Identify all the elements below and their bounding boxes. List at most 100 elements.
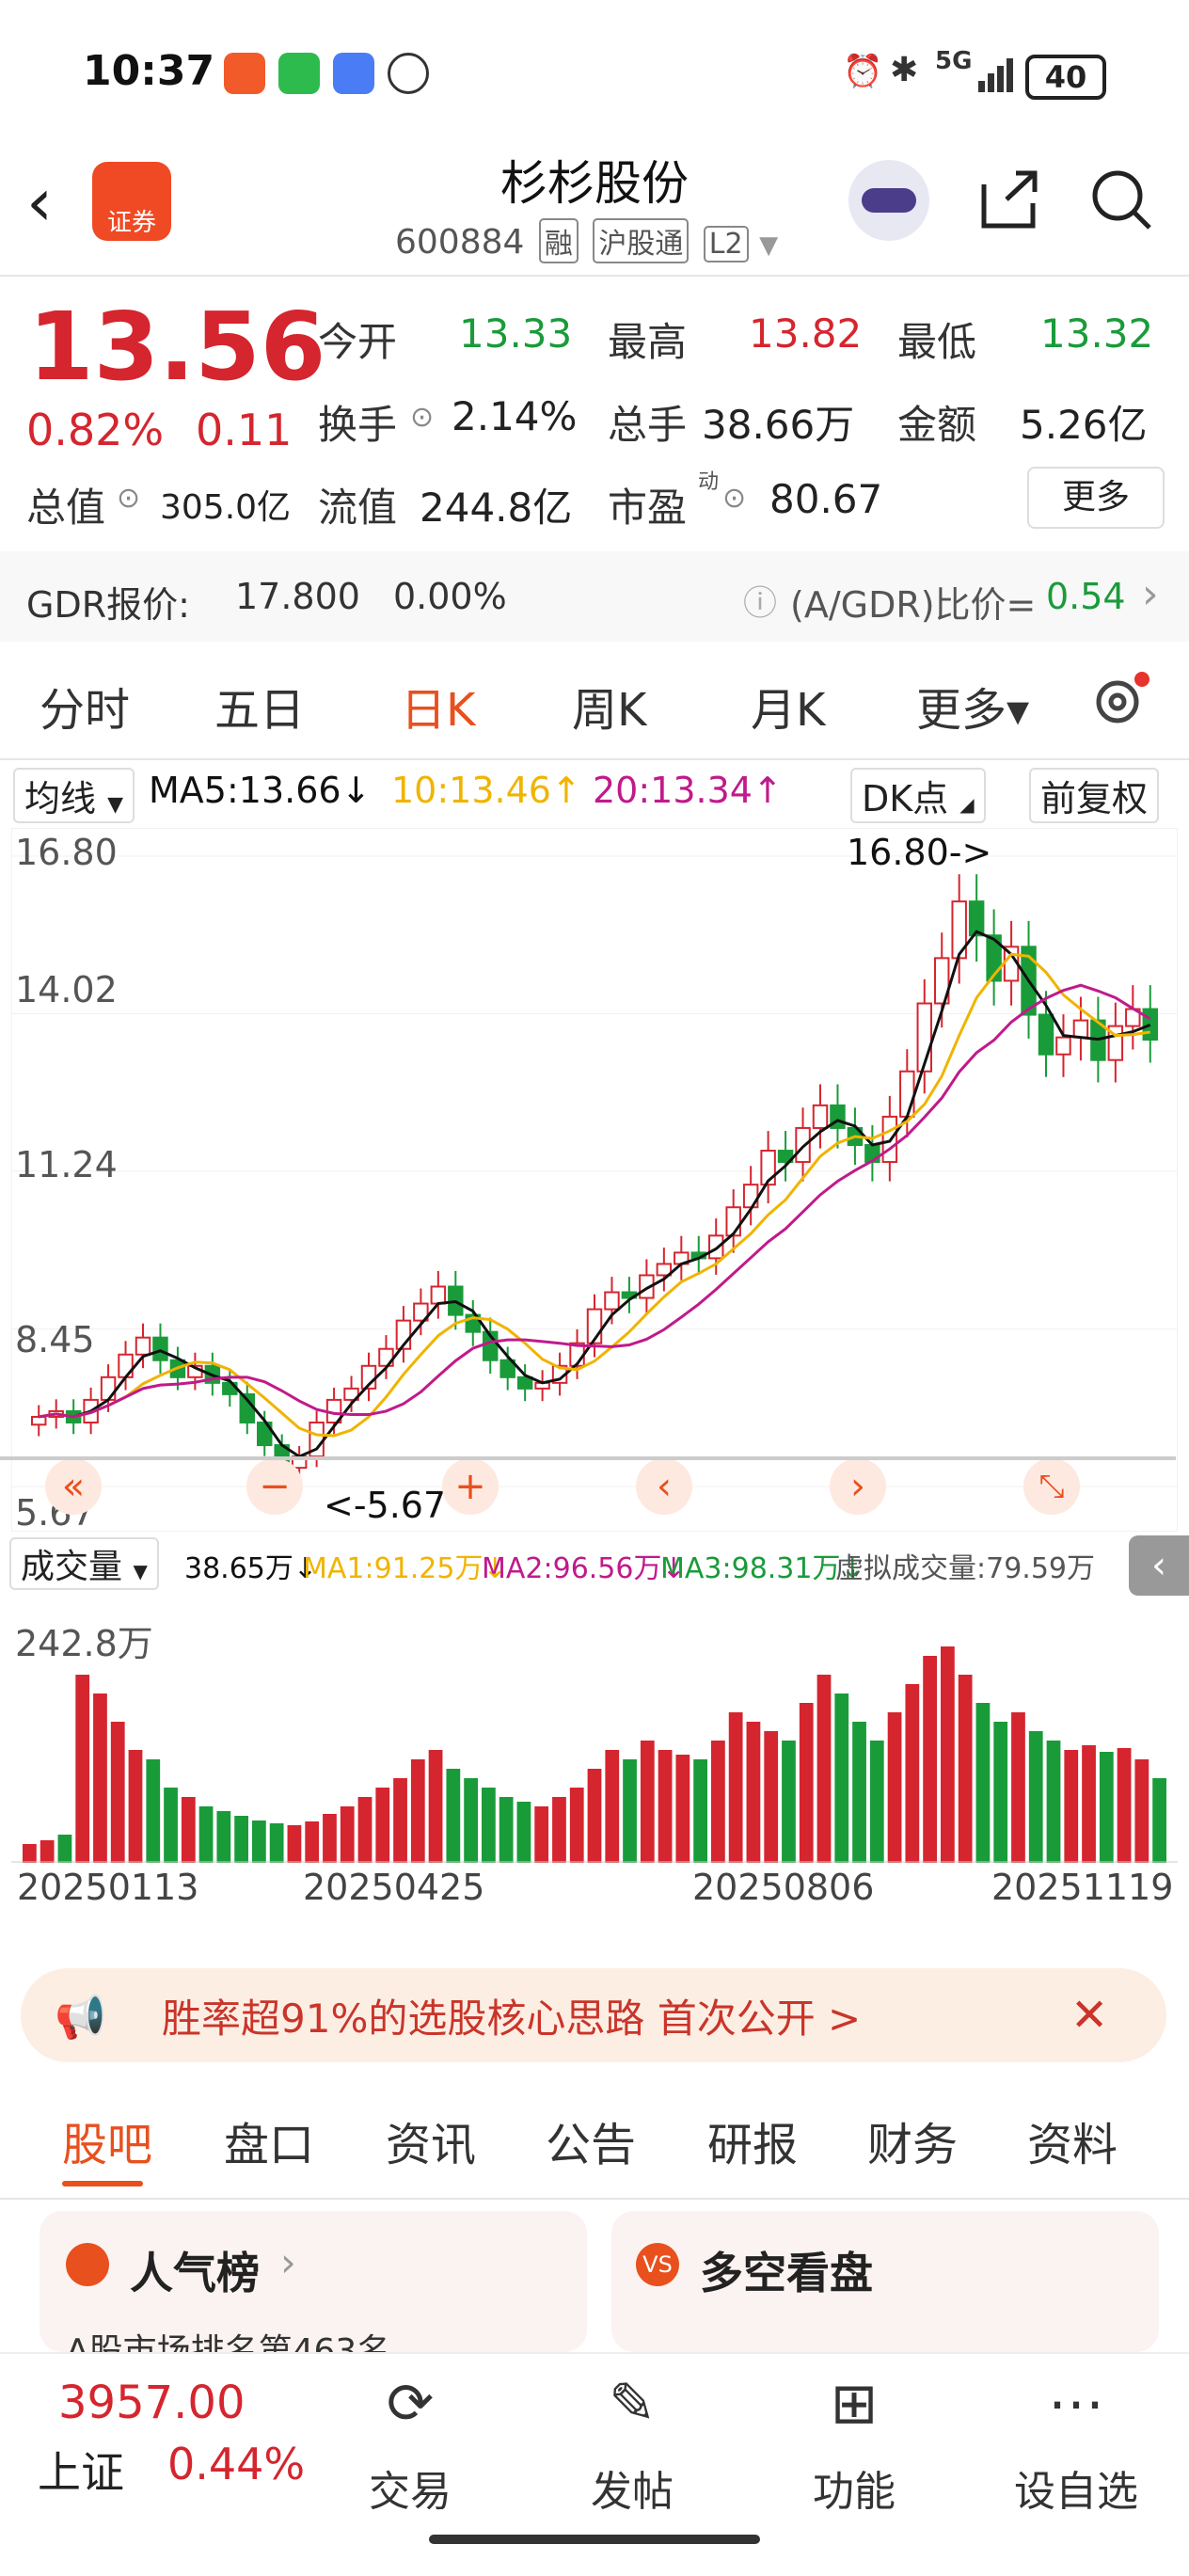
vs-icon: VS: [636, 2243, 679, 2286]
dk-select[interactable]: DK点 ◢: [850, 768, 986, 823]
level2-tag: L2: [703, 226, 749, 262]
bull-bear-title: 多空看盘: [700, 2248, 873, 2298]
volume-bar: [482, 1788, 496, 1863]
tab-content[interactable]: 资讯: [386, 2107, 476, 2173]
tabs-divider: [0, 2198, 1189, 2200]
volume-bar: [57, 1835, 72, 1863]
volume-bar: [75, 1675, 90, 1863]
rewind-button[interactable]: «: [45, 1458, 102, 1515]
search-icon[interactable]: [1087, 166, 1155, 237]
bull-bear-card[interactable]: [611, 2211, 1159, 2352]
candle: [1038, 1013, 1054, 1056]
volume-bar: [534, 1806, 549, 1863]
tab-period[interactable]: 月K: [751, 673, 825, 739]
tabs-divider: [0, 758, 1189, 760]
info-icon[interactable]: ⊙: [117, 482, 140, 515]
post-icon[interactable]: ✎: [538, 2371, 726, 2437]
kline-chart[interactable]: [11, 828, 1178, 1532]
date-label: 20250806: [692, 1867, 875, 1908]
candle: [1055, 1036, 1071, 1056]
candle: [812, 1104, 829, 1129]
tab-content[interactable]: 股吧: [62, 2107, 152, 2173]
float-value: 244.8亿: [420, 485, 573, 531]
more-button[interactable]: 更多: [1027, 467, 1165, 529]
connect-tag: 沪股通: [593, 218, 690, 263]
tab-period[interactable]: 分时: [40, 673, 130, 739]
zoom-out-button[interactable]: −: [246, 1458, 303, 1515]
volume-bar: [305, 1821, 320, 1863]
volume-bar: [1046, 1741, 1061, 1863]
tab-period[interactable]: 更多▾: [916, 673, 1029, 739]
nav-function[interactable]: 功能: [760, 2457, 948, 2518]
message-icon: [333, 53, 374, 94]
volume-bar: [887, 1712, 902, 1863]
info-icon[interactable]: ⊙: [410, 401, 434, 434]
pe-dynamic-mark: 动: [698, 470, 720, 494]
ma10-value: 10:13.46↑: [391, 770, 581, 811]
info-icon[interactable]: ⊙: [722, 482, 746, 515]
promo-text: 胜率超91%的选股核心思路 首次公开 >: [162, 1996, 862, 2042]
candle: [152, 1336, 168, 1361]
trade-icon[interactable]: ⟳: [316, 2371, 504, 2437]
tab-content[interactable]: 财务: [867, 2107, 958, 2173]
volume-bar: [446, 1769, 461, 1863]
collapse-panel-button[interactable]: ‹: [1129, 1535, 1189, 1596]
volume-bar: [905, 1684, 920, 1863]
nav-post[interactable]: 发帖: [538, 2457, 726, 2518]
index-value[interactable]: 3957.00: [58, 2377, 246, 2429]
nav-trade[interactable]: 交易: [316, 2457, 504, 2518]
tab-content[interactable]: 公告: [546, 2107, 636, 2173]
watchlist-icon[interactable]: ⋯: [982, 2371, 1170, 2437]
tab-period[interactable]: 五日: [214, 673, 305, 739]
chevron-down-icon: ▼: [759, 231, 779, 260]
fullscreen-icon[interactable]: ⤡: [1023, 1458, 1080, 1515]
stock-code-row[interactable]: 600884 融 沪股通 L2 ▼: [395, 218, 778, 263]
prev-button[interactable]: ‹: [636, 1458, 692, 1515]
tab-period[interactable]: 日K: [401, 673, 475, 739]
volume-bar: [782, 1741, 796, 1863]
nav-watchlist[interactable]: 设自选: [982, 2457, 1170, 2518]
gdr-ratio-label: (A/GDR)比价=: [790, 584, 1037, 626]
volume-bar: [746, 1722, 761, 1863]
volume-bar: [623, 1759, 637, 1863]
max-price-mark: 16.80->: [847, 832, 992, 873]
volume-bar: [1011, 1712, 1025, 1863]
volume-chart[interactable]: [11, 1599, 1178, 1863]
chart-scroll-track[interactable]: [0, 1456, 1176, 1460]
dk-label: DK点: [862, 778, 949, 819]
volume-bar: [1099, 1752, 1114, 1863]
tab-content[interactable]: 资料: [1027, 2107, 1118, 2173]
tab-content[interactable]: 盘口: [224, 2107, 314, 2173]
home-indicator[interactable]: [429, 2535, 760, 2544]
settings-icon[interactable]: [1089, 670, 1151, 736]
tab-period[interactable]: 周K: [572, 673, 646, 739]
open-label: 今开: [318, 319, 398, 365]
function-icon[interactable]: ⊞: [760, 2371, 948, 2437]
candle: [135, 1336, 151, 1356]
candle: [1142, 1008, 1158, 1042]
volume-bar: [428, 1750, 443, 1863]
axis-label: 8.45: [15, 1319, 95, 1360]
zoom-in-button[interactable]: +: [442, 1458, 499, 1515]
vol-ma3: MA3:98.31万↓: [660, 1552, 864, 1585]
share-icon[interactable]: [975, 166, 1042, 237]
volume-bar: [799, 1703, 814, 1863]
turnover-value: 2.14%: [452, 393, 578, 439]
assistant-avatar[interactable]: [848, 160, 929, 241]
vol-value: 38.65万↓: [184, 1552, 318, 1585]
ma-select[interactable]: 均线 ▼: [13, 768, 135, 823]
axis-label-top: 16.80: [15, 832, 118, 873]
volume-select[interactable]: 成交量 ▼: [9, 1537, 159, 1590]
adjust-select[interactable]: 前复权: [1029, 768, 1160, 823]
next-button[interactable]: ›: [830, 1458, 886, 1515]
tab-content[interactable]: 研报: [707, 2107, 798, 2173]
change-amount: 0.11: [196, 405, 293, 455]
volume-bar: [516, 1802, 531, 1863]
stock-code: 600884: [395, 223, 525, 262]
mktcap-value: 305.0亿: [160, 488, 292, 527]
volume-bar: [234, 1816, 248, 1863]
help-icon[interactable]: ⓘ: [743, 576, 777, 625]
battery-indicator: 40: [1025, 55, 1106, 100]
close-icon[interactable]: ✕: [1070, 1968, 1108, 2062]
chevron-right-icon: ›: [280, 2239, 296, 2285]
